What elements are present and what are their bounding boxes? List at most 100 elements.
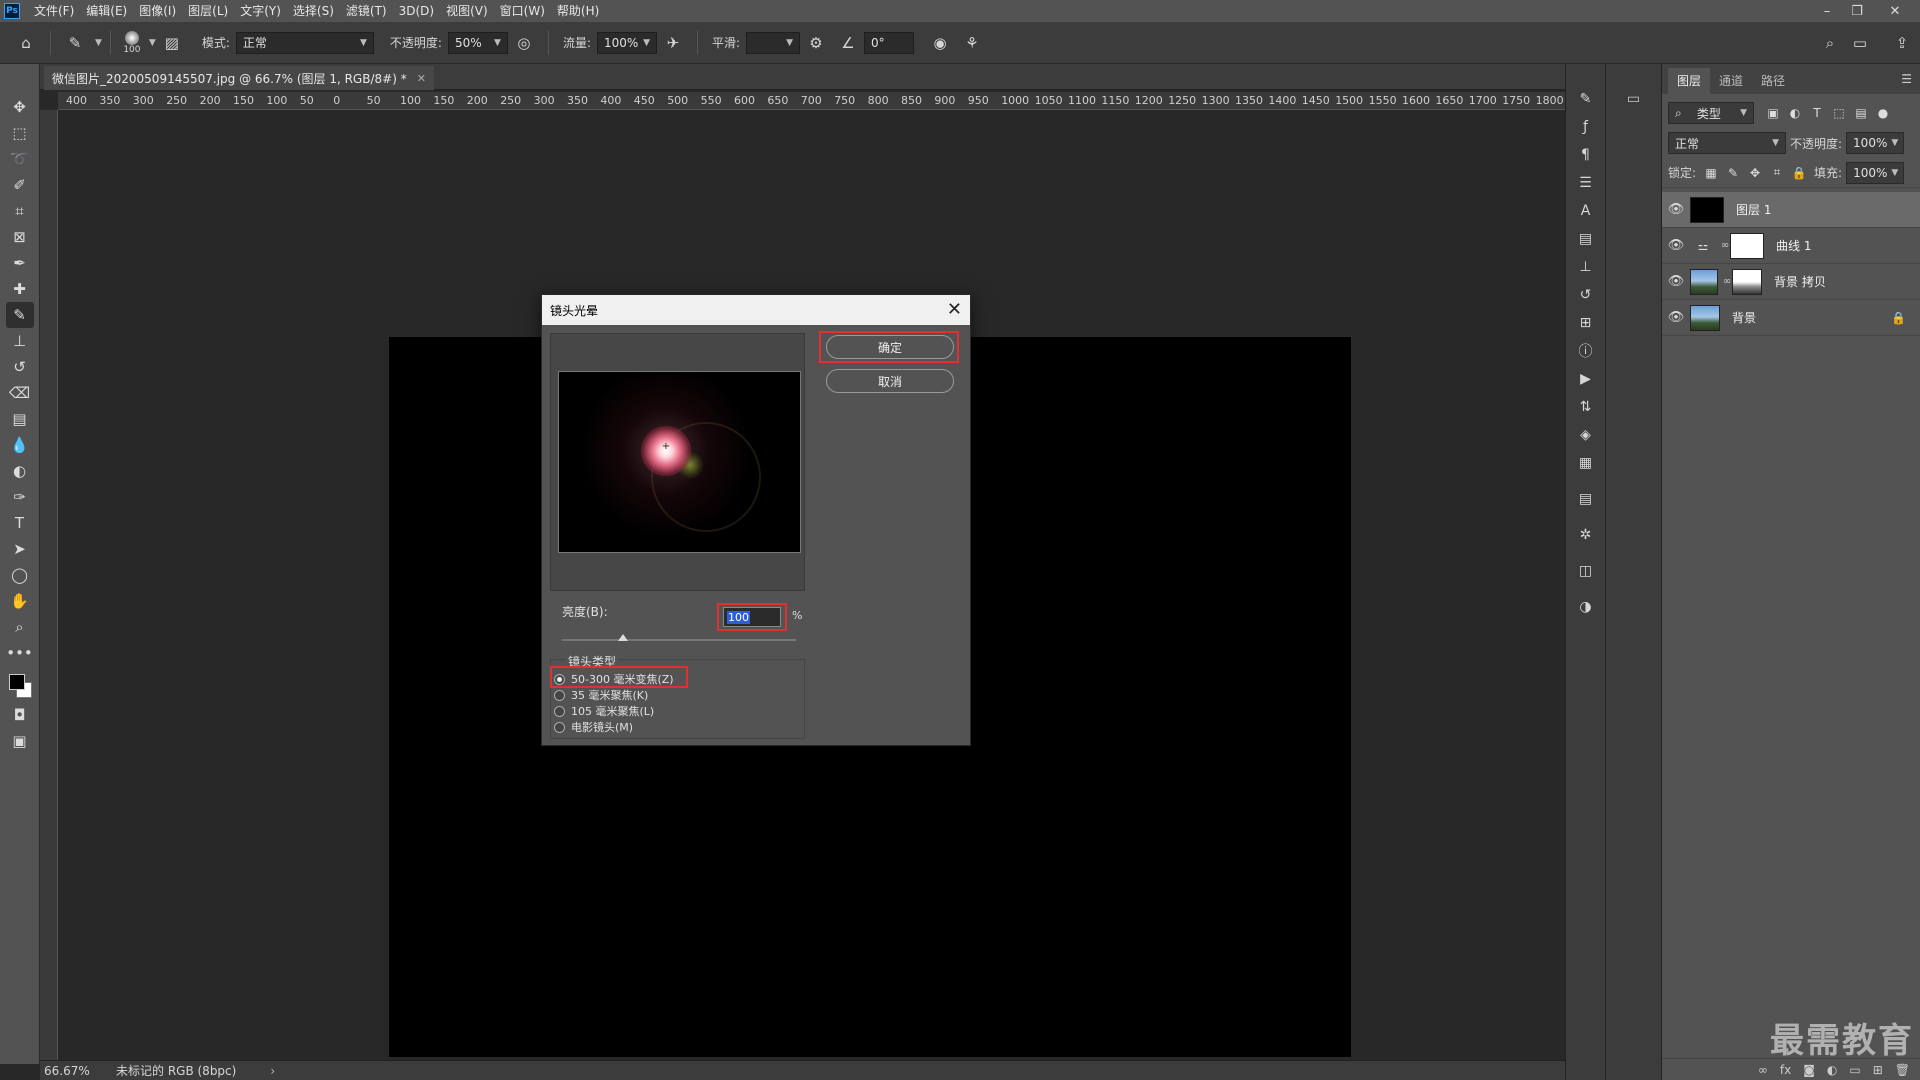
paragraph-icon[interactable]: ¶ <box>1572 142 1600 168</box>
layer-mask-thumbnail[interactable] <box>1730 232 1764 259</box>
ok-button[interactable]: 确定 <box>826 335 954 359</box>
zoom-level[interactable]: 66.67% <box>44 1064 104 1078</box>
layer-thumbnail[interactable] <box>1690 196 1724 223</box>
type-tool-icon[interactable]: T <box>6 510 34 536</box>
move-tool-icon[interactable]: ✥ <box>6 94 34 120</box>
radio-unselected[interactable] <box>554 705 565 717</box>
screen-mode-icon[interactable]: ▣ <box>6 728 34 754</box>
layer-row-curves1[interactable]: 👁 ⚍ ∞ 曲线 1 <box>1662 228 1920 264</box>
brush-preset-picker[interactable]: 100 <box>119 30 145 55</box>
crosshair-icon[interactable]: + <box>661 442 671 452</box>
menu-help[interactable]: 帮助(H) <box>551 0 605 22</box>
new-adjustment-icon[interactable]: ◐ <box>1827 1063 1837 1077</box>
slider-thumb[interactable] <box>617 634 628 641</box>
layer-name[interactable]: 背景 拷贝 <box>1774 273 1826 290</box>
curves-adjustment-icon[interactable]: ⚍ <box>1690 232 1716 259</box>
new-group-icon[interactable]: ▭ <box>1849 1063 1860 1077</box>
flare-preview[interactable]: + <box>558 371 801 553</box>
swatches-grid-icon[interactable]: ▦ <box>1572 450 1600 476</box>
menu-file[interactable]: 文件(F) <box>28 0 80 22</box>
fx-icon[interactable]: fx <box>1780 1063 1791 1077</box>
layer-row-background-copy[interactable]: 👁 ∞ 背景 拷贝 <box>1662 264 1920 300</box>
mode-select[interactable]: 正常 ▼ <box>235 31 374 54</box>
close-window-icon[interactable]: ✕ <box>1880 0 1910 22</box>
dialog-title-bar[interactable]: 镜头光晕 ✕ <box>542 295 970 325</box>
visibility-eye-icon[interactable]: 👁 <box>1662 310 1690 325</box>
layer-filter-select[interactable]: ⌕ 类型 ▼ <box>1668 102 1754 124</box>
actions-icon[interactable]: ▶ <box>1572 366 1600 392</box>
info-icon[interactable]: ⓘ <box>1572 338 1600 364</box>
lock-transparent-icon[interactable]: ▦ <box>1700 162 1722 184</box>
tab-paths[interactable]: 路径 <box>1752 68 1794 94</box>
new-layer-icon[interactable]: ⊞ <box>1873 1063 1883 1077</box>
trash-icon[interactable]: 🗑 <box>1895 1063 1910 1077</box>
opacity-input[interactable]: 50% ▼ <box>447 31 508 54</box>
status-arrow-icon[interactable]: › <box>270 1064 275 1078</box>
workspace-icon[interactable]: ▭ <box>1848 31 1872 55</box>
link-chain-icon[interactable]: ∞ <box>1720 240 1730 251</box>
close-tab-icon[interactable]: ✕ <box>417 72 426 85</box>
visibility-eye-icon[interactable]: 👁 <box>1662 202 1690 217</box>
quick-mask-icon[interactable]: ◘ <box>6 702 34 728</box>
brush-tool-icon[interactable]: ✎ <box>63 31 87 55</box>
visibility-eye-icon[interactable]: 👁 <box>1662 238 1690 253</box>
menu-image[interactable]: 图像(I) <box>133 0 182 22</box>
menu-layer[interactable]: 图层(L) <box>182 0 234 22</box>
home-icon[interactable]: ⌂ <box>14 31 38 55</box>
color-swatches[interactable] <box>6 672 34 702</box>
radio-unselected[interactable] <box>554 721 565 733</box>
marquee-tool-icon[interactable]: ⬚ <box>6 120 34 146</box>
eraser-tool-icon[interactable]: ⌫ <box>6 380 34 406</box>
menu-3d[interactable]: 3D(D) <box>393 0 440 22</box>
tab-channels[interactable]: 通道 <box>1710 68 1752 94</box>
foreground-color-swatch[interactable] <box>8 674 25 690</box>
3d-icon[interactable]: ◈ <box>1572 422 1600 448</box>
clone-stamp-tool-icon[interactable]: ⊥ <box>6 328 34 354</box>
blur-tool-icon[interactable]: 💧 <box>6 432 34 458</box>
document-tab[interactable]: 微信图片_20200509145507.jpg @ 66.7% (图层 1, R… <box>44 66 434 90</box>
radio-unselected[interactable] <box>554 689 565 701</box>
search-icon[interactable]: ⌕ <box>1818 31 1842 55</box>
menu-edit[interactable]: 编辑(E) <box>80 0 133 22</box>
filter-toggle-icon[interactable]: ● <box>1872 102 1894 124</box>
cancel-button[interactable]: 取消 <box>826 369 954 393</box>
crop-tool-icon[interactable]: ⌗ <box>6 198 34 224</box>
brush-settings-panel-icon[interactable]: ▨ <box>160 31 184 55</box>
gradient-tool-icon[interactable]: ▤ <box>6 406 34 432</box>
filter-shape-icon[interactable]: ⬚ <box>1828 102 1850 124</box>
panel-menu-icon[interactable]: ☰ <box>1901 72 1912 86</box>
styles-icon[interactable]: ƒ <box>1572 114 1600 140</box>
dodge-tool-icon[interactable]: ◐ <box>6 458 34 484</box>
adjustments-icon[interactable]: ☰ <box>1572 170 1600 196</box>
menu-select[interactable]: 选择(S) <box>287 0 340 22</box>
timeline-icon[interactable]: ✲ <box>1572 522 1600 548</box>
lasso-tool-icon[interactable]: ➰ <box>6 146 34 172</box>
color-icon[interactable]: ◑ <box>1572 594 1600 620</box>
navigator-icon[interactable]: ⇅ <box>1572 394 1600 420</box>
restore-icon[interactable]: ❐ <box>1842 0 1872 22</box>
filter-smart-object-icon[interactable]: ▤ <box>1850 102 1872 124</box>
menu-view[interactable]: 视图(V) <box>440 0 494 22</box>
layer-mask-thumbnail[interactable] <box>1732 268 1762 295</box>
chevron-down-icon[interactable]: ▼ <box>95 38 102 48</box>
angle-input[interactable]: 0° <box>864 31 915 54</box>
layer-opacity-input[interactable]: 100% ▼ <box>1846 132 1905 154</box>
brightness-slider[interactable] <box>562 634 796 641</box>
zoom-tool-icon[interactable]: ⌕ <box>6 614 34 640</box>
lock-all-icon[interactable]: 🔒 <box>1788 162 1810 184</box>
blend-mode-select[interactable]: 正常 ▼ <box>1668 132 1786 154</box>
tab-layers[interactable]: 图层 <box>1668 68 1711 94</box>
layer-thumbnail[interactable] <box>1690 268 1718 295</box>
gear-icon[interactable]: ⚙ <box>804 31 828 55</box>
menu-filter[interactable]: 滤镜(T) <box>340 0 393 22</box>
airbrush-icon[interactable]: ✈ <box>661 31 685 55</box>
menu-type[interactable]: 文字(Y) <box>234 0 287 22</box>
properties-icon[interactable]: ⊞ <box>1572 310 1600 336</box>
chevron-down-icon[interactable]: ▼ <box>149 38 156 48</box>
brush-tool-icon[interactable]: ✎ <box>5 302 34 328</box>
visibility-eye-icon[interactable]: 👁 <box>1662 274 1690 289</box>
notes-icon[interactable]: ▤ <box>1572 486 1600 512</box>
pen-tool-icon[interactable]: ✑ <box>6 484 34 510</box>
history-brush-tool-icon[interactable]: ↺ <box>6 354 34 380</box>
frame-tool-icon[interactable]: ⊠ <box>6 224 34 250</box>
